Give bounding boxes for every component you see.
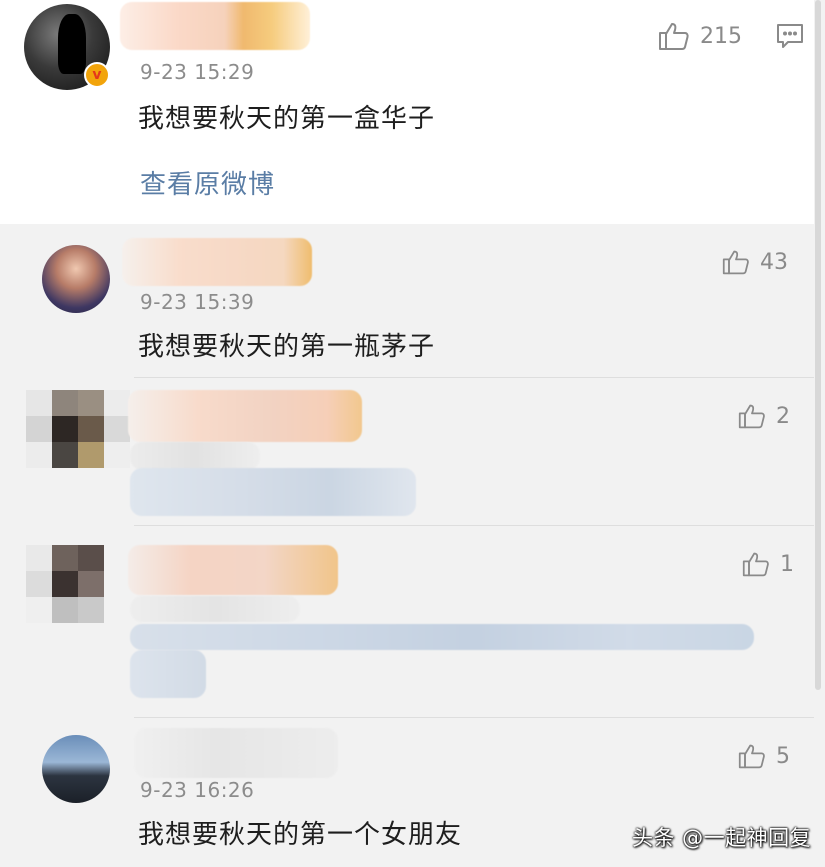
comment-time: 9-23 16:26 [140, 778, 255, 802]
comment-text-blurred [130, 650, 206, 698]
comment-text-blurred [130, 624, 754, 650]
comment-avatar-pixelated[interactable] [26, 545, 104, 623]
comment-avatar[interactable] [42, 735, 110, 803]
main-post-username-blurred[interactable] [120, 2, 310, 50]
comment-like-count: 43 [760, 249, 788, 275]
thumbs-up-icon [742, 552, 769, 577]
thumbs-up-icon [722, 250, 749, 275]
main-post-text: 我想要秋天的第一盒华子 [138, 104, 436, 134]
thumbs-up-icon [738, 744, 765, 769]
comment-avatar-pixelated[interactable] [26, 390, 130, 468]
comment-like-count: 1 [780, 551, 794, 577]
comment-like-count: 5 [776, 743, 790, 769]
comment-like-button[interactable]: 5 [738, 742, 790, 770]
comment-like-button[interactable]: 1 [742, 550, 794, 578]
main-post-like-count: 215 [700, 23, 742, 49]
verified-badge: v [84, 62, 110, 88]
watermark: 头条 @一起神回复 [632, 826, 812, 850]
comment-avatar[interactable] [42, 245, 110, 313]
comment-like-count: 2 [776, 403, 790, 429]
comment-text: 我想要秋天的第一个女朋友 [138, 820, 463, 850]
comment-time: 9-23 15:39 [140, 290, 255, 314]
divider [134, 377, 814, 378]
main-post-like-button[interactable]: 215 [658, 20, 742, 52]
divider [134, 717, 814, 718]
main-post-time: 9-23 15:29 [140, 60, 255, 84]
comment-text: 我想要秋天的第一瓶茅子 [138, 332, 436, 362]
view-original-link[interactable]: 查看原微博 [140, 164, 275, 201]
thumbs-up-icon [659, 23, 689, 50]
comment-like-button[interactable]: 2 [738, 402, 790, 430]
comment-like-button[interactable]: 43 [722, 248, 788, 276]
scrollbar[interactable] [815, 0, 821, 690]
comment-username-blurred[interactable] [128, 545, 338, 595]
divider [134, 525, 814, 526]
comment-time-blurred [130, 442, 260, 470]
comment-username-blurred[interactable] [128, 390, 362, 442]
comment-username-blurred[interactable] [134, 728, 338, 778]
thumbs-up-icon [738, 404, 765, 429]
comment-text-blurred [130, 468, 416, 516]
comment-icon[interactable] [776, 22, 804, 50]
comment-time-blurred [130, 596, 300, 622]
comment-username-blurred[interactable] [122, 238, 312, 286]
main-post: v 9-23 15:29 我想要秋天的第一盒华子 查看原微博 215 [0, 0, 814, 224]
